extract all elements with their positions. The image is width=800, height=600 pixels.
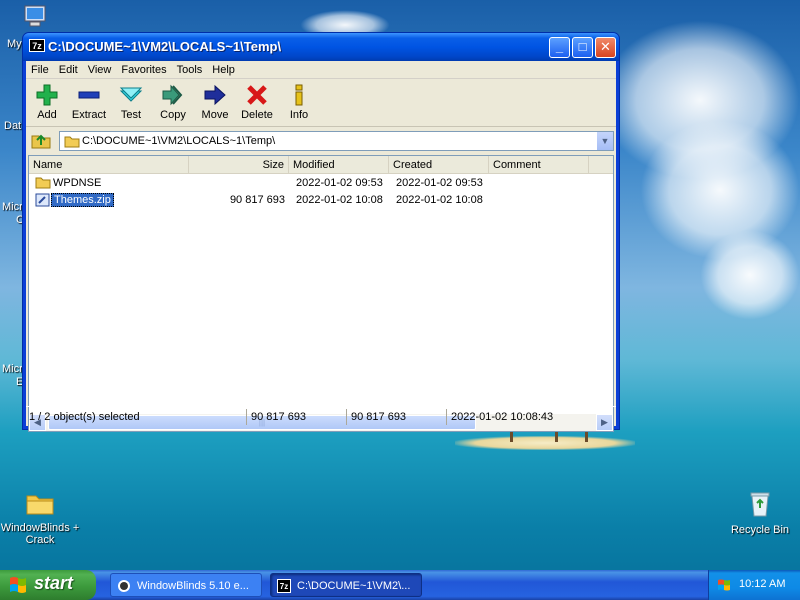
- column-modified[interactable]: Modified: [289, 156, 389, 174]
- table-row-selected[interactable]: Themes.zip 90 817 693 2022-01-02 10:08 2…: [29, 192, 613, 209]
- column-comment[interactable]: Comment: [489, 156, 589, 174]
- test-label: Test: [120, 109, 142, 121]
- window-titlebar[interactable]: 7z C:\DOCUME~1\VM2\LOCALS~1\Temp\ _ □ ✕: [23, 33, 619, 61]
- window-client: File Edit View Favorites Tools Help Add Extra…: [26, 61, 616, 432]
- check-icon: [119, 83, 143, 107]
- desktop-icon-micro-1[interactable]: Micr: [2, 201, 23, 213]
- file-name: Themes.zip: [51, 193, 114, 207]
- column-created[interactable]: Created: [389, 156, 489, 174]
- menu-view[interactable]: View: [83, 61, 117, 79]
- folder-icon: [25, 490, 55, 519]
- taskbar-item-label: WindowBlinds 5.10 e...: [137, 580, 249, 592]
- add-button[interactable]: Add: [26, 83, 68, 121]
- desktop-icon-recycle-bin[interactable]: Recycle Bin: [722, 490, 798, 536]
- arrow-right-icon: [203, 83, 227, 107]
- windows-logo-icon: [10, 577, 26, 593]
- menu-bar: File Edit View Favorites Tools Help: [26, 61, 616, 79]
- address-input[interactable]: C:\DOCUME~1\VM2\LOCALS~1\Temp\ ▼: [59, 131, 614, 151]
- column-size[interactable]: Size: [189, 156, 289, 174]
- menu-file[interactable]: File: [26, 61, 54, 79]
- plus-icon: [35, 83, 59, 107]
- menu-edit[interactable]: Edit: [54, 61, 83, 79]
- desktop-icon-label: Recycle Bin: [730, 524, 790, 536]
- desktop-icon-dat[interactable]: Dat: [4, 120, 21, 132]
- windowblinds-icon: [118, 580, 130, 592]
- taskbar: start WindowBlinds 5.10 e... 7z C:\DOCUM…: [0, 570, 800, 600]
- double-arrow-icon: [161, 83, 185, 107]
- 7z-icon: 7z: [29, 39, 45, 52]
- add-label: Add: [37, 109, 57, 121]
- file-list[interactable]: Name Size Modified Created Comment WPDNS…: [28, 155, 614, 432]
- up-folder-button[interactable]: [31, 131, 51, 149]
- address-bar: C:\DOCUME~1\VM2\LOCALS~1\Temp\ ▼: [26, 128, 616, 154]
- address-text: C:\DOCUME~1\VM2\LOCALS~1\Temp\: [82, 135, 276, 147]
- delete-button[interactable]: Delete: [236, 83, 278, 121]
- extract-button[interactable]: Extract: [68, 83, 110, 121]
- desktop-icon-windowblinds[interactable]: WindowBlinds + Crack: [0, 490, 80, 546]
- start-label: start: [34, 573, 74, 593]
- extract-label: Extract: [71, 109, 107, 121]
- folder-icon: [64, 135, 80, 151]
- menu-tools[interactable]: Tools: [172, 61, 208, 79]
- status-selection: 1 / 2 object(s) selected: [29, 411, 140, 423]
- network-icon[interactable]: [717, 578, 731, 592]
- file-created: 2022-01-02 09:53: [396, 177, 483, 189]
- info-button[interactable]: Info: [278, 83, 320, 121]
- start-button[interactable]: start: [0, 570, 96, 600]
- move-label: Move: [201, 109, 229, 121]
- desktop-icon-label: Micr: [2, 363, 23, 375]
- 7z-icon: 7z: [277, 579, 291, 593]
- desktop-icon-label: Micr: [2, 201, 23, 213]
- taskbar-item-windowblinds[interactable]: WindowBlinds 5.10 e...: [110, 573, 262, 597]
- info-icon: [287, 83, 311, 107]
- desktop-icon-label: My: [7, 38, 22, 50]
- computer-icon: [22, 4, 46, 33]
- file-name: WPDNSE: [53, 177, 102, 189]
- copy-label: Copy: [160, 109, 186, 121]
- system-tray: 10:12 AM: [708, 570, 800, 600]
- clock[interactable]: 10:12 AM: [739, 578, 785, 590]
- folder-up-icon: [31, 134, 51, 149]
- toolbar: Add Extract Test Copy Move Delete Info: [26, 80, 616, 127]
- desktop-icon-label: Dat: [4, 120, 22, 132]
- file-modified: 2022-01-02 10:08: [296, 194, 383, 206]
- close-button[interactable]: ✕: [595, 37, 616, 58]
- zip-file-icon: [35, 193, 51, 210]
- chevron-down-icon[interactable]: ▼: [596, 132, 613, 150]
- test-button[interactable]: Test: [110, 83, 152, 121]
- taskbar-item-7zip[interactable]: 7z C:\DOCUME~1\VM2\...: [270, 573, 422, 597]
- status-packed-size: 90 817 693: [346, 409, 444, 425]
- copy-button[interactable]: Copy: [152, 83, 194, 121]
- desktop-icon-label: WindowBlinds + Crack: [0, 522, 80, 546]
- desktop-icon-my-computer[interactable]: My: [4, 4, 46, 50]
- delete-label: Delete: [241, 109, 273, 121]
- file-created: 2022-01-02 10:08: [396, 194, 483, 206]
- file-manager-window: 7z C:\DOCUME~1\VM2\LOCALS~1\Temp\ _ □ ✕ …: [22, 32, 620, 432]
- maximize-button[interactable]: □: [572, 37, 593, 58]
- status-timestamp: 2022-01-02 10:08:43: [446, 409, 618, 425]
- info-label: Info: [289, 109, 309, 121]
- move-button[interactable]: Move: [194, 83, 236, 121]
- minus-icon: [77, 83, 101, 107]
- folder-icon: [35, 176, 51, 192]
- recycle-bin-icon: [746, 490, 774, 521]
- file-size: 90 817 693: [229, 194, 285, 206]
- x-icon: [245, 83, 269, 107]
- file-modified: 2022-01-02 09:53: [296, 177, 383, 189]
- status-size: 90 817 693: [246, 409, 344, 425]
- window-title: C:\DOCUME~1\VM2\LOCALS~1\Temp\: [48, 39, 282, 54]
- column-header-row: Name Size Modified Created Comment: [29, 156, 613, 174]
- column-name[interactable]: Name: [29, 156, 189, 174]
- desktop-icon-micro-2[interactable]: Micr: [2, 363, 23, 375]
- status-bar: 1 / 2 object(s) selected 90 817 693 90 8…: [26, 406, 616, 426]
- menu-favorites[interactable]: Favorites: [116, 61, 171, 79]
- taskbar-item-label: C:\DOCUME~1\VM2\...: [297, 580, 411, 592]
- minimize-button[interactable]: _: [549, 37, 570, 58]
- table-row[interactable]: WPDNSE 2022-01-02 09:53 2022-01-02 09:53: [29, 175, 613, 192]
- menu-help[interactable]: Help: [207, 61, 240, 79]
